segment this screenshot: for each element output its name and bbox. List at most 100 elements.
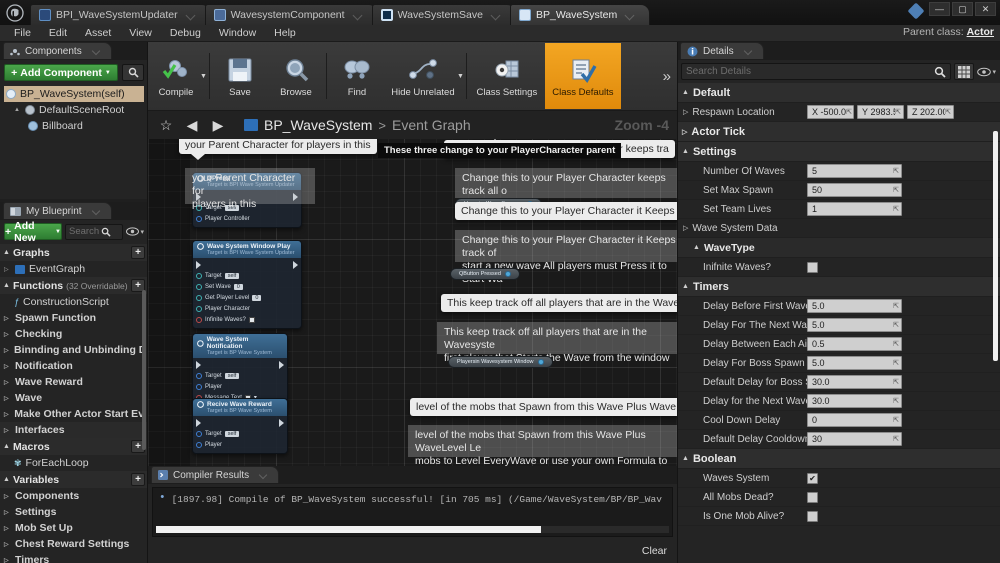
bp-item-settings[interactable]: ▷ Settings [0, 504, 148, 520]
details-row-default-delay-for-boss-spawn[interactable]: Default Delay for Boss Sp 30.0 ⇱ [677, 373, 1000, 392]
pin-dot-icon[interactable] [196, 383, 202, 390]
details-row-delay-for-boss-spawn[interactable]: Delay For Boss Spawn 5.0 ⇱ [677, 354, 1000, 373]
node-pin-target[interactable]: Target self [196, 270, 298, 281]
details-property-list[interactable]: ▲ Default ▷ Respawn Location X -500.0 ⇱ … [677, 83, 1000, 563]
bp-item-wave[interactable]: ▷ Wave [0, 390, 148, 406]
details-row-default-delay-cooldowntime[interactable]: Default Delay Cooldownti 30 ⇱ [677, 430, 1000, 449]
details-row-respawn-location[interactable]: ▷ Respawn Location X -500.0 ⇱ Y 2983.556… [677, 103, 1000, 122]
details-row-all-mobs-dead[interactable]: All Mobs Dead? [677, 488, 1000, 507]
menu-help[interactable]: Help [266, 26, 304, 40]
add-new-button[interactable]: + Add New ▼ [4, 220, 62, 244]
details-grid-view-button[interactable] [954, 63, 975, 80]
details-row-delay-before-first-wave[interactable]: Delay Before First Wave S 5.0 ⇱ [677, 297, 1000, 316]
menu-window[interactable]: Window [211, 26, 264, 40]
spinner-icon[interactable]: ⇱ [846, 108, 852, 116]
details-section-timers[interactable]: ▲ Timers [677, 277, 1000, 297]
details-section-default[interactable]: ▲ Default [677, 83, 1000, 103]
details-row-wave-system-data[interactable]: ▷ Wave System Data [677, 219, 1000, 238]
exec-in-pin[interactable] [196, 261, 201, 269]
add-variable-button[interactable]: + [131, 473, 145, 486]
expander-icon[interactable]: ▲ [682, 148, 689, 155]
spinner-icon[interactable]: ⇱ [893, 167, 899, 175]
pin-dot-icon[interactable] [196, 430, 202, 437]
node-pin-target[interactable]: Target self [196, 370, 284, 381]
compiler-log[interactable]: • [1897.98] Compile of BP_WaveSystem suc… [152, 487, 673, 537]
default-delay-for-boss-spawn-input[interactable]: 30.0 ⇱ [807, 375, 902, 389]
my-blueprint-tree[interactable]: ▲ Graphs + ▷ EventGraph ▲ Functions (32 Ov… [0, 244, 148, 563]
details-section-wavetype[interactable]: ▲ WaveType [677, 238, 1000, 258]
expander-icon[interactable]: ▷ [4, 493, 11, 500]
details-row-number-of-waves[interactable]: Number Of Waves 5 ⇱ [677, 162, 1000, 181]
pin-dot-icon[interactable] [196, 283, 202, 290]
expander-icon[interactable]: ▷ [4, 427, 11, 434]
hide-unrelated-dropdown-icon[interactable]: ▼ [457, 73, 464, 80]
exec-out-pin[interactable] [279, 361, 284, 369]
tab-details[interactable]: Details [680, 42, 764, 59]
bp-item-notification[interactable]: ▷ Notification [0, 358, 148, 374]
class-defaults-button[interactable]: Class Defaults [544, 43, 621, 109]
tab-bpi-wavesystemupdater[interactable]: BPI_WaveSystemUpdater [30, 4, 211, 25]
pin-dot-icon[interactable] [196, 316, 202, 323]
close-icon[interactable] [91, 206, 100, 216]
expander-icon[interactable]: ▷ [4, 509, 11, 516]
expander-icon[interactable]: ▷ [683, 108, 688, 116]
is-one-mob-alive-checkbox[interactable] [807, 510, 818, 522]
spinner-icon[interactable]: ⇱ [893, 359, 899, 367]
expander-icon[interactable]: ▷ [683, 224, 688, 232]
pin-checkbox[interactable] [248, 316, 255, 323]
bp-item-checking[interactable]: ▷ Checking [0, 326, 148, 342]
bp-category-variables[interactable]: ▲ Variables + [0, 471, 148, 488]
details-row-delay-for-the-next-waves[interactable]: Delay for the Next Waves 30.0 ⇱ [677, 392, 1000, 411]
respawn-location-z-input[interactable]: Z 202.0006 ⇱ [907, 105, 954, 119]
expander-icon[interactable]: ▷ [4, 315, 11, 322]
compiler-log-line[interactable]: • [1897.98] Compile of BP_WaveSystem suc… [159, 494, 666, 505]
bp-item-eventgraph[interactable]: ▷ EventGraph [0, 261, 148, 277]
details-section-boolean[interactable]: ▲ Boolean [677, 449, 1000, 469]
bp-item-binding-unbinding[interactable]: ▷ Binnding and Unbinding Dispa [0, 342, 148, 358]
node-wave-system-window-play[interactable]: Wave System Window Play Target is BPI Wa… [192, 240, 302, 329]
menu-edit[interactable]: Edit [41, 26, 75, 40]
spinner-icon[interactable]: ⇱ [893, 302, 899, 310]
bp-item-chest-reward-settings[interactable]: ▷ Chest Reward Settings [0, 536, 148, 552]
details-row-inifnite-waves[interactable]: Inifnite Waves? [677, 258, 1000, 277]
tab-wavesystemcomponent[interactable]: WavesystemComponent [204, 4, 378, 25]
pill-node-qbutton-pressed[interactable]: QButton Pressed [450, 268, 520, 280]
compile-dropdown-icon[interactable]: ▼ [200, 73, 207, 80]
node-pin-set-wave[interactable]: Set Wave 0 [196, 281, 298, 292]
spinner-icon[interactable]: ⇱ [893, 435, 899, 443]
minimize-button[interactable]: — [929, 2, 950, 16]
spinner-icon[interactable]: ⇱ [893, 186, 899, 194]
node-recive-wave-reward[interactable]: Recive Wave Reward Target is BP Wave Sys… [192, 398, 288, 454]
details-row-waves-system[interactable]: Waves System ✔ [677, 469, 1000, 488]
details-row-is-one-mob-alive[interactable]: Is One Mob Alive? [677, 507, 1000, 526]
exec-out-pin[interactable] [279, 419, 284, 427]
bp-item-wave-reward[interactable]: ▷ Wave Reward [0, 374, 148, 390]
pin-dot-icon[interactable] [196, 372, 202, 379]
node-pin-target[interactable]: Target self [196, 428, 284, 439]
bp-item-components[interactable]: ▷ Components [0, 488, 148, 504]
pill-node-playersin-wavesystem-window[interactable]: Playersin Wavesystem Window [448, 356, 553, 368]
details-scrollbar[interactable] [993, 131, 998, 361]
save-button[interactable]: Save [212, 43, 268, 109]
close-icon[interactable] [91, 46, 100, 56]
expander-icon[interactable]: ▷ [4, 541, 11, 548]
expander-icon[interactable]: ▷ [4, 266, 11, 273]
node-pin-player[interactable]: Player [196, 381, 284, 392]
number-of-waves-input[interactable]: 5 ⇱ [807, 164, 902, 178]
spinner-icon[interactable]: ⇱ [893, 378, 899, 386]
tab-bp-wavesystem[interactable]: BP_WaveSystem [509, 4, 651, 25]
inifnite-waves-checkbox[interactable] [807, 261, 818, 273]
details-section-actor-tick[interactable]: ▷ Actor Tick [677, 122, 1000, 142]
details-visibility-button[interactable]: ▾ [977, 67, 996, 77]
menu-debug[interactable]: Debug [162, 26, 209, 40]
bp-item-foreachloop[interactable]: ✾ ForEachLoop [0, 455, 148, 471]
menu-asset[interactable]: Asset [77, 26, 119, 40]
spinner-icon[interactable]: ⇱ [893, 340, 899, 348]
bp-item-spawn-function[interactable]: ▷ Spawn Function [0, 310, 148, 326]
breadcrumb-leaf[interactable]: Event Graph [392, 117, 471, 133]
browse-button[interactable]: Browse [268, 43, 324, 109]
expander-icon[interactable]: ▷ [4, 557, 11, 563]
pin-value[interactable]: 0 [233, 283, 243, 290]
expander-icon[interactable]: ▷ [4, 331, 11, 338]
bp-category-functions[interactable]: ▲ Functions (32 Overridable) + [0, 277, 148, 294]
